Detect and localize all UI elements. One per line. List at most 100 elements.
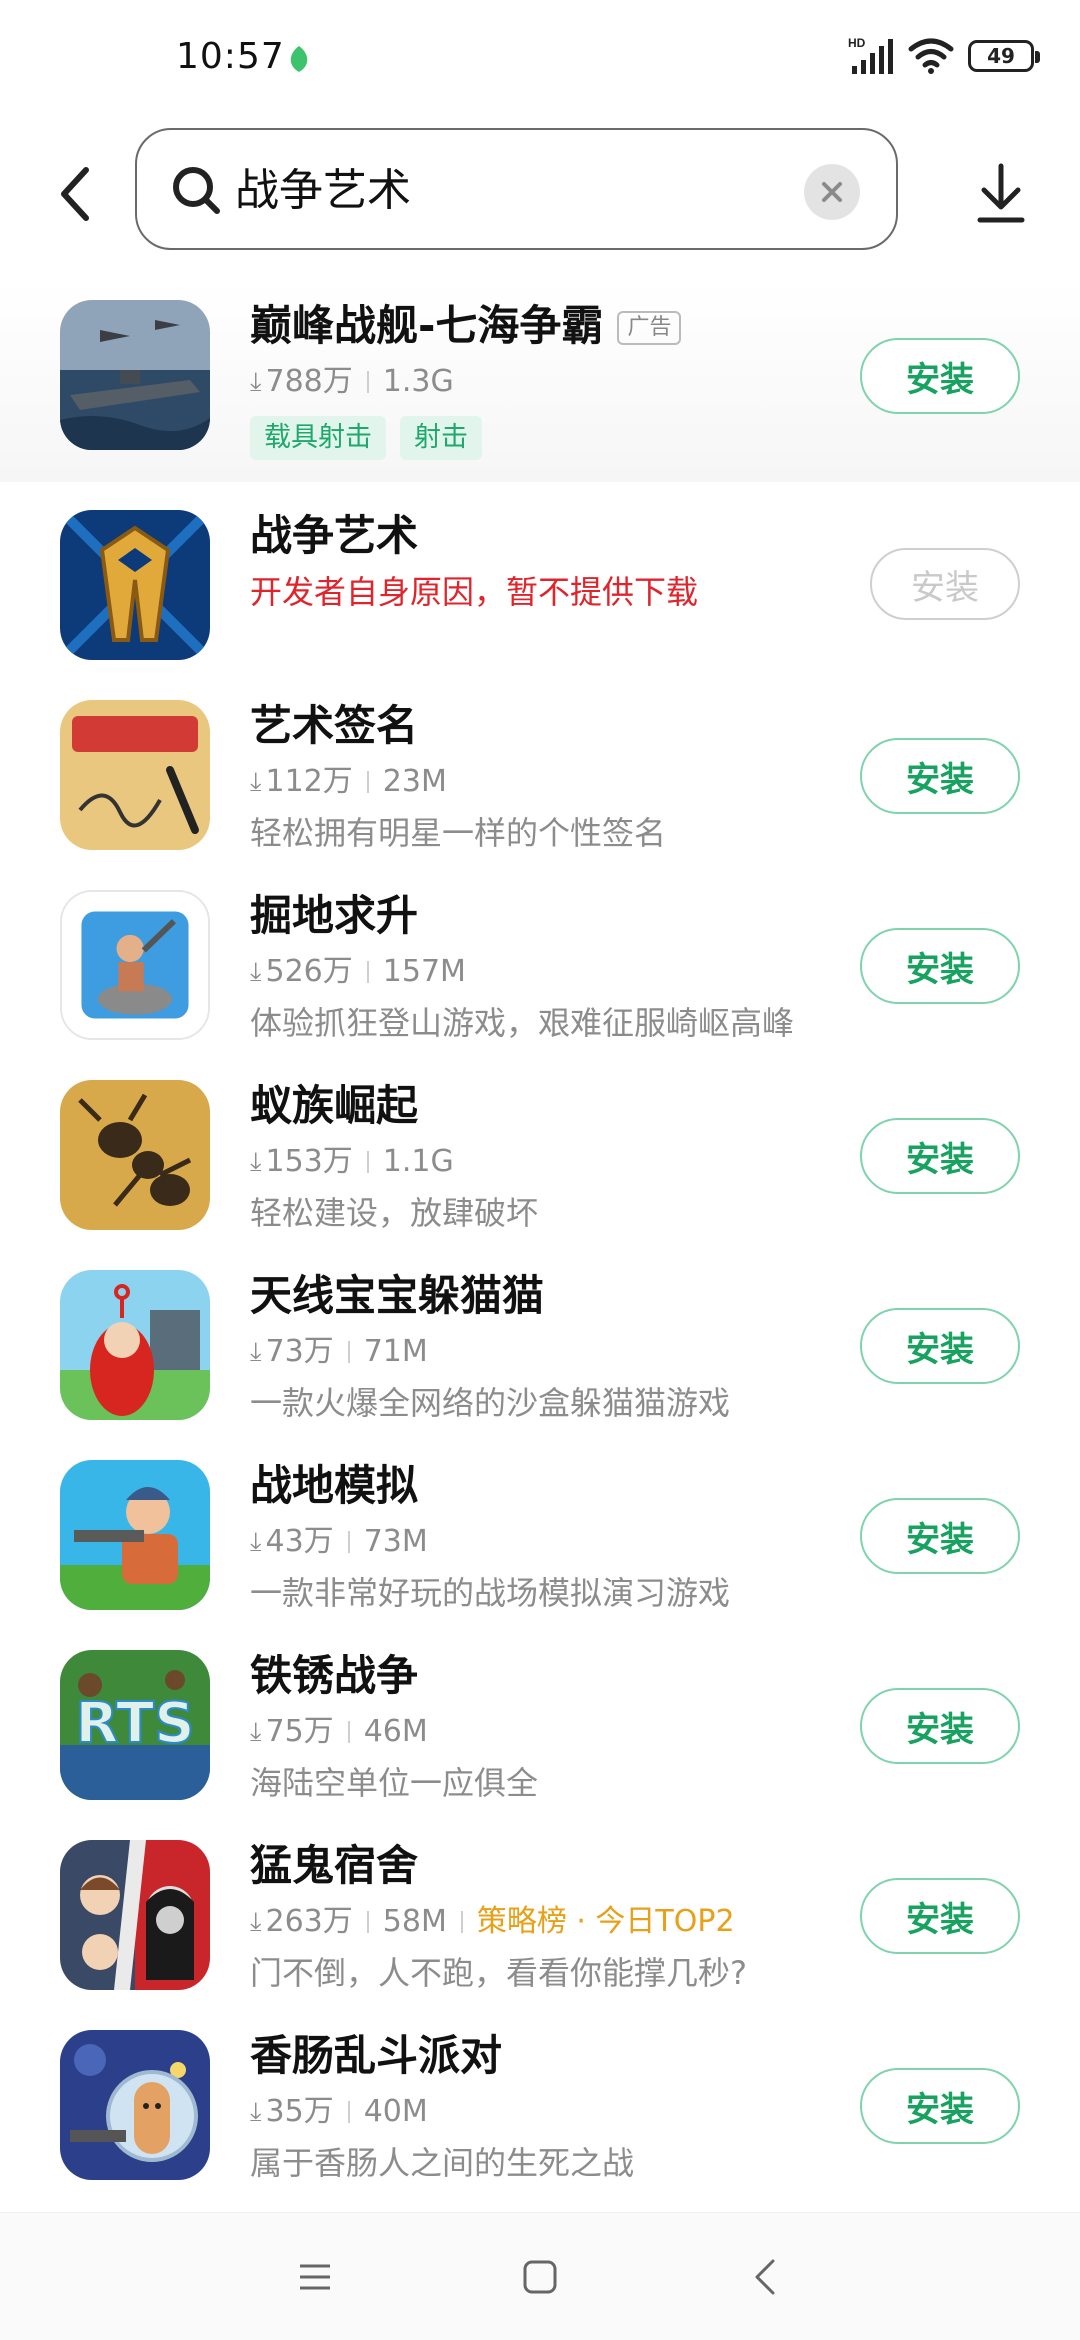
install-button[interactable]: 安装: [860, 928, 1020, 1004]
app-icon-rusted-warfare: RTS: [60, 1650, 210, 1800]
meta-divider: [347, 1531, 350, 1553]
menu-icon: [300, 2264, 330, 2290]
app-name: 铁锈战争: [250, 1651, 419, 1700]
app-meta: ⤓ 112万 23M: [250, 762, 447, 802]
download-count-icon: ⤓: [250, 1527, 262, 1557]
app-icon-warship: [60, 300, 210, 450]
download-count-icon: ⤓: [250, 2097, 262, 2127]
download-count: 112万: [265, 764, 353, 799]
app-meta: ⤓ 35万 40M: [250, 2092, 428, 2132]
meta-divider: [347, 2101, 350, 2123]
system-back-button[interactable]: [735, 2247, 795, 2307]
app-icon-ant: [60, 1080, 210, 1230]
app-size: 1.1G: [382, 1144, 454, 1179]
list-item[interactable]: 蚁族崛起 ⤓ 153万 1.1G 轻松建设，放肆破坏 安装: [0, 1060, 1080, 1250]
meta-divider: [347, 1721, 350, 1743]
wifi-icon: [908, 38, 954, 74]
list-item[interactable]: 猛鬼宿舍 ⤓ 263万 58M 策略榜 · 今日TOP2 门不倒，人不跑，看看你…: [0, 1820, 1080, 2010]
download-count: 43万: [265, 1524, 334, 1559]
app-description: 门不倒，人不跑，看看你能撑几秒?: [250, 1954, 747, 1992]
system-nav-bar: [0, 2212, 1080, 2340]
app-size: 58M: [382, 1904, 447, 1939]
app-size: 40M: [363, 2094, 428, 2129]
app-icon-art-of-war: [60, 510, 210, 660]
app-size: 23M: [382, 764, 447, 799]
signal-icon: HD: [848, 36, 893, 74]
app-name: 艺术签名: [250, 701, 419, 750]
download-count: 73万: [265, 1334, 334, 1369]
meta-divider: [460, 1911, 463, 1933]
download-icon: [977, 163, 1025, 223]
install-button[interactable]: 安装: [860, 1498, 1020, 1574]
status-bar: 10:57 HD 49: [0, 0, 1080, 120]
search-icon: [173, 167, 220, 214]
meta-divider: [366, 1151, 369, 1173]
list-item[interactable]: 战地模拟 ⤓ 43万 73M 一款非常好玩的战场模拟演习游戏 安装: [0, 1440, 1080, 1630]
app-name-text: 巅峰战舰-七海争霸: [250, 301, 604, 350]
install-button[interactable]: 安装: [860, 738, 1020, 814]
app-description: 一款非常好玩的战场模拟演习游戏: [250, 1574, 731, 1612]
download-count: 263万: [265, 1904, 353, 1939]
back-arrow-icon: [61, 167, 89, 221]
list-item[interactable]: 天线宝宝躲猫猫 ⤓ 73万 71M 一款火爆全网络的沙盒躲猫猫游戏 安装: [0, 1250, 1080, 1440]
download-count: 788万: [265, 364, 353, 399]
install-button[interactable]: 安装: [860, 1118, 1020, 1194]
app-meta: ⤓ 43万 73M: [250, 1522, 428, 1562]
download-manager-button[interactable]: [966, 154, 1036, 234]
search-input[interactable]: 战争艺术: [135, 128, 898, 250]
search-query[interactable]: 战争艺术: [235, 160, 411, 222]
network-label: HD: [848, 36, 866, 50]
install-button[interactable]: 安装: [860, 2068, 1020, 2144]
list-item[interactable]: RTS 铁锈战争 ⤓ 75万 46M 海陆空单位一应俱全 安装: [0, 1630, 1080, 1820]
meta-divider: [366, 371, 369, 393]
download-count: 153万: [265, 1144, 353, 1179]
recents-button[interactable]: [285, 2247, 345, 2307]
app-meta: ⤓ 788万 1.3G: [250, 362, 454, 402]
list-item[interactable]: 掘地求升 ⤓ 526万 157M 体验抓狂登山游戏，艰难征服崎岖高峰 安装: [0, 870, 1080, 1060]
app-icon-signature: [60, 700, 210, 850]
tag: 射击: [400, 416, 482, 460]
clear-button[interactable]: [804, 164, 860, 220]
clear-icon: [822, 182, 842, 202]
download-count: 75万: [265, 1714, 334, 1749]
app-name: 猛鬼宿舍: [250, 1841, 419, 1890]
home-button[interactable]: [510, 2247, 570, 2307]
app-name: 天线宝宝躲猫猫: [250, 1271, 545, 1320]
back-button[interactable]: [50, 154, 100, 234]
meta-divider: [366, 771, 369, 793]
rank-badge: 策略榜 · 今日TOP2: [476, 1904, 735, 1939]
install-button[interactable]: 安装: [860, 1688, 1020, 1764]
install-button[interactable]: 安装: [860, 1878, 1020, 1954]
app-icon-getting-over-it: [60, 890, 210, 1040]
app-name: 掘地求升: [250, 891, 419, 940]
unavailable-notice: 开发者自身原因，暂不提供下载: [250, 573, 699, 611]
app-icon-sausage-party: [60, 2030, 210, 2180]
app-size: 73M: [363, 1524, 428, 1559]
app-icon-teletubbies: [60, 1270, 210, 1420]
install-button-disabled: 安装: [870, 548, 1020, 620]
list-item[interactable]: 艺术签名 ⤓ 112万 23M 轻松拥有明星一样的个性签名 安装: [0, 680, 1080, 870]
meta-divider: [366, 961, 369, 983]
download-count-icon: ⤓: [250, 767, 262, 797]
app-description: 轻松建设，放肆破坏: [250, 1194, 539, 1232]
leaf-icon: [290, 46, 308, 72]
app-icon-ghost-dorm: [60, 1840, 210, 1990]
app-meta: ⤓ 526万 157M: [250, 952, 466, 992]
tag: 载具射击: [250, 416, 386, 460]
download-count-icon: ⤓: [250, 1717, 262, 1747]
app-description: 一款火爆全网络的沙盒躲猫猫游戏: [250, 1384, 731, 1422]
app-size: 1.3G: [382, 364, 454, 399]
download-count-icon: ⤓: [250, 1337, 262, 1367]
rts-label: RTS: [75, 1691, 194, 1756]
ad-badge: 广告: [617, 311, 682, 345]
app-meta: ⤓ 75万 46M: [250, 1712, 428, 1752]
app-description: 属于香肠人之间的生死之战: [250, 2144, 635, 2182]
app-size: 157M: [382, 954, 466, 989]
list-item[interactable]: 香肠乱斗派对 ⤓ 35万 40M 属于香肠人之间的生死之战 安装: [0, 2010, 1080, 2200]
home-icon: [523, 2260, 557, 2294]
install-button[interactable]: 安装: [860, 1308, 1020, 1384]
list-item[interactable]: 战争艺术 开发者自身原因，暂不提供下载 安装: [0, 490, 1080, 680]
app-name: 巅峰战舰-七海争霸 广告: [250, 298, 682, 354]
install-button[interactable]: 安装: [860, 338, 1020, 414]
list-item-ad[interactable]: 巅峰战舰-七海争霸 广告 ⤓ 788万 1.3G 载具射击 射击 安装: [0, 280, 1080, 470]
